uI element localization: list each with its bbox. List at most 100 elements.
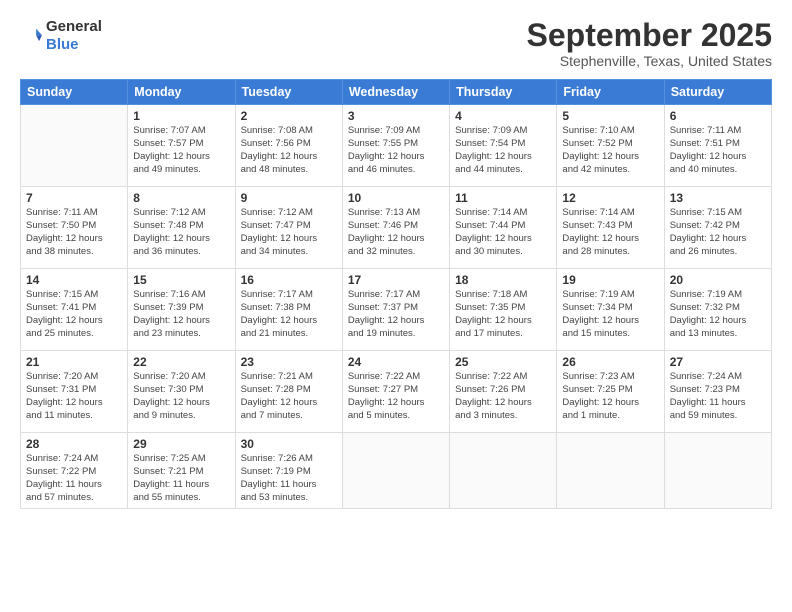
day-info: Sunrise: 7:07 AM Sunset: 7:57 PM Dayligh… bbox=[133, 125, 229, 176]
day-number: 17 bbox=[348, 273, 444, 287]
day-info: Sunrise: 7:22 AM Sunset: 7:27 PM Dayligh… bbox=[348, 371, 444, 422]
day-number: 18 bbox=[455, 273, 551, 287]
day-number: 27 bbox=[670, 355, 766, 369]
title-block: September 2025 Stephenville, Texas, Unit… bbox=[527, 18, 772, 69]
day-number: 6 bbox=[670, 109, 766, 123]
logo-blue: Blue bbox=[46, 36, 79, 53]
day-info: Sunrise: 7:19 AM Sunset: 7:34 PM Dayligh… bbox=[562, 289, 658, 340]
day-info: Sunrise: 7:24 AM Sunset: 7:22 PM Dayligh… bbox=[26, 453, 122, 504]
day-number: 25 bbox=[455, 355, 551, 369]
day-info: Sunrise: 7:20 AM Sunset: 7:31 PM Dayligh… bbox=[26, 371, 122, 422]
day-info: Sunrise: 7:12 AM Sunset: 7:47 PM Dayligh… bbox=[241, 207, 337, 258]
calendar-cell: 5 Sunrise: 7:10 AM Sunset: 7:52 PM Daylig… bbox=[557, 105, 664, 187]
calendar-cell: 29 Sunrise: 7:25 AM Sunset: 7:21 PM Dayli… bbox=[128, 433, 235, 509]
calendar-header-row: Sunday Monday Tuesday Wednesday Thursday… bbox=[21, 80, 772, 105]
day-info: Sunrise: 7:13 AM Sunset: 7:46 PM Dayligh… bbox=[348, 207, 444, 258]
calendar-cell: 19Sunrise: 7:19 AM Sunset: 7:34 PM Dayli… bbox=[557, 269, 664, 351]
day-number: 5 bbox=[562, 109, 658, 123]
calendar: Sunday Monday Tuesday Wednesday Thursday… bbox=[20, 79, 772, 509]
calendar-cell: 27Sunrise: 7:24 AM Sunset: 7:23 PM Dayli… bbox=[664, 351, 771, 433]
logo-general: General bbox=[46, 18, 102, 35]
calendar-cell: 1 Sunrise: 7:07 AM Sunset: 7:57 PM Daylig… bbox=[128, 105, 235, 187]
day-info: Sunrise: 7:10 AM Sunset: 7:52 PM Dayligh… bbox=[562, 125, 658, 176]
calendar-row: 21 Sunrise: 7:20 AM Sunset: 7:31 PM Dayli… bbox=[21, 351, 772, 433]
calendar-cell: 21 Sunrise: 7:20 AM Sunset: 7:31 PM Dayli… bbox=[21, 351, 128, 433]
day-info: Sunrise: 7:15 AM Sunset: 7:42 PM Dayligh… bbox=[670, 207, 766, 258]
day-number: 1 bbox=[133, 109, 229, 123]
col-tuesday: Tuesday bbox=[235, 80, 342, 105]
calendar-cell: 23 Sunrise: 7:21 AM Sunset: 7:28 PM Dayli… bbox=[235, 351, 342, 433]
calendar-cell: 15 Sunrise: 7:16 AM Sunset: 7:39 PM Dayli… bbox=[128, 269, 235, 351]
calendar-cell bbox=[557, 433, 664, 509]
calendar-cell: 25 Sunrise: 7:22 AM Sunset: 7:26 PM Dayli… bbox=[450, 351, 557, 433]
calendar-cell: 16Sunrise: 7:17 AM Sunset: 7:38 PM Dayli… bbox=[235, 269, 342, 351]
day-number: 30 bbox=[241, 437, 337, 451]
day-info: Sunrise: 7:14 AM Sunset: 7:43 PM Dayligh… bbox=[562, 207, 658, 258]
calendar-row: 7 Sunrise: 7:11 AM Sunset: 7:50 PM Daylig… bbox=[21, 187, 772, 269]
col-wednesday: Wednesday bbox=[342, 80, 449, 105]
calendar-cell: 17 Sunrise: 7:17 AM Sunset: 7:37 PM Dayli… bbox=[342, 269, 449, 351]
day-number: 10 bbox=[348, 191, 444, 205]
day-info: Sunrise: 7:17 AM Sunset: 7:37 PM Dayligh… bbox=[348, 289, 444, 340]
day-info: Sunrise: 7:22 AM Sunset: 7:26 PM Dayligh… bbox=[455, 371, 551, 422]
day-number: 22 bbox=[133, 355, 229, 369]
day-number: 7 bbox=[26, 191, 122, 205]
month-title: September 2025 bbox=[527, 18, 772, 53]
calendar-cell: 7 Sunrise: 7:11 AM Sunset: 7:50 PM Daylig… bbox=[21, 187, 128, 269]
day-number: 20 bbox=[670, 273, 766, 287]
day-info: Sunrise: 7:19 AM Sunset: 7:32 PM Dayligh… bbox=[670, 289, 766, 340]
calendar-row: 28 Sunrise: 7:24 AM Sunset: 7:22 PM Dayli… bbox=[21, 433, 772, 509]
col-saturday: Saturday bbox=[664, 80, 771, 105]
day-number: 14 bbox=[26, 273, 122, 287]
col-sunday: Sunday bbox=[21, 80, 128, 105]
day-number: 28 bbox=[26, 437, 122, 451]
day-number: 21 bbox=[26, 355, 122, 369]
calendar-cell: 2 Sunrise: 7:08 AM Sunset: 7:56 PM Daylig… bbox=[235, 105, 342, 187]
day-number: 23 bbox=[241, 355, 337, 369]
day-info: Sunrise: 7:17 AM Sunset: 7:38 PM Dayligh… bbox=[241, 289, 337, 340]
calendar-cell bbox=[342, 433, 449, 509]
location: Stephenville, Texas, United States bbox=[527, 53, 772, 69]
day-number: 24 bbox=[348, 355, 444, 369]
calendar-cell: 22Sunrise: 7:20 AM Sunset: 7:30 PM Dayli… bbox=[128, 351, 235, 433]
day-info: Sunrise: 7:11 AM Sunset: 7:51 PM Dayligh… bbox=[670, 125, 766, 176]
day-number: 13 bbox=[670, 191, 766, 205]
day-number: 2 bbox=[241, 109, 337, 123]
calendar-cell: 11 Sunrise: 7:14 AM Sunset: 7:44 PM Dayli… bbox=[450, 187, 557, 269]
day-info: Sunrise: 7:09 AM Sunset: 7:54 PM Dayligh… bbox=[455, 125, 551, 176]
col-thursday: Thursday bbox=[450, 80, 557, 105]
day-info: Sunrise: 7:16 AM Sunset: 7:39 PM Dayligh… bbox=[133, 289, 229, 340]
page: General Blue September 2025 Stephenville… bbox=[0, 0, 792, 612]
day-number: 26 bbox=[562, 355, 658, 369]
day-info: Sunrise: 7:21 AM Sunset: 7:28 PM Dayligh… bbox=[241, 371, 337, 422]
calendar-cell: 9 Sunrise: 7:12 AM Sunset: 7:47 PM Daylig… bbox=[235, 187, 342, 269]
calendar-cell: 18 Sunrise: 7:18 AM Sunset: 7:35 PM Dayli… bbox=[450, 269, 557, 351]
day-info: Sunrise: 7:14 AM Sunset: 7:44 PM Dayligh… bbox=[455, 207, 551, 258]
day-number: 3 bbox=[348, 109, 444, 123]
calendar-cell: 4 Sunrise: 7:09 AM Sunset: 7:54 PM Daylig… bbox=[450, 105, 557, 187]
day-number: 12 bbox=[562, 191, 658, 205]
calendar-cell: 8 Sunrise: 7:12 AM Sunset: 7:48 PM Daylig… bbox=[128, 187, 235, 269]
calendar-cell: 13 Sunrise: 7:15 AM Sunset: 7:42 PM Dayli… bbox=[664, 187, 771, 269]
calendar-cell: 26 Sunrise: 7:23 AM Sunset: 7:25 PM Dayli… bbox=[557, 351, 664, 433]
day-info: Sunrise: 7:15 AM Sunset: 7:41 PM Dayligh… bbox=[26, 289, 122, 340]
calendar-cell: 30 Sunrise: 7:26 AM Sunset: 7:19 PM Dayli… bbox=[235, 433, 342, 509]
day-number: 9 bbox=[241, 191, 337, 205]
calendar-cell: 20 Sunrise: 7:19 AM Sunset: 7:32 PM Dayli… bbox=[664, 269, 771, 351]
day-number: 8 bbox=[133, 191, 229, 205]
day-info: Sunrise: 7:09 AM Sunset: 7:55 PM Dayligh… bbox=[348, 125, 444, 176]
col-friday: Friday bbox=[557, 80, 664, 105]
day-number: 29 bbox=[133, 437, 229, 451]
day-info: Sunrise: 7:12 AM Sunset: 7:48 PM Dayligh… bbox=[133, 207, 229, 258]
day-info: Sunrise: 7:08 AM Sunset: 7:56 PM Dayligh… bbox=[241, 125, 337, 176]
day-info: Sunrise: 7:18 AM Sunset: 7:35 PM Dayligh… bbox=[455, 289, 551, 340]
calendar-cell bbox=[450, 433, 557, 509]
day-info: Sunrise: 7:26 AM Sunset: 7:19 PM Dayligh… bbox=[241, 453, 337, 504]
day-number: 11 bbox=[455, 191, 551, 205]
day-info: Sunrise: 7:11 AM Sunset: 7:50 PM Dayligh… bbox=[26, 207, 122, 258]
calendar-cell: 10 Sunrise: 7:13 AM Sunset: 7:46 PM Dayli… bbox=[342, 187, 449, 269]
day-number: 15 bbox=[133, 273, 229, 287]
day-info: Sunrise: 7:25 AM Sunset: 7:21 PM Dayligh… bbox=[133, 453, 229, 504]
day-number: 4 bbox=[455, 109, 551, 123]
day-info: Sunrise: 7:23 AM Sunset: 7:25 PM Dayligh… bbox=[562, 371, 658, 422]
